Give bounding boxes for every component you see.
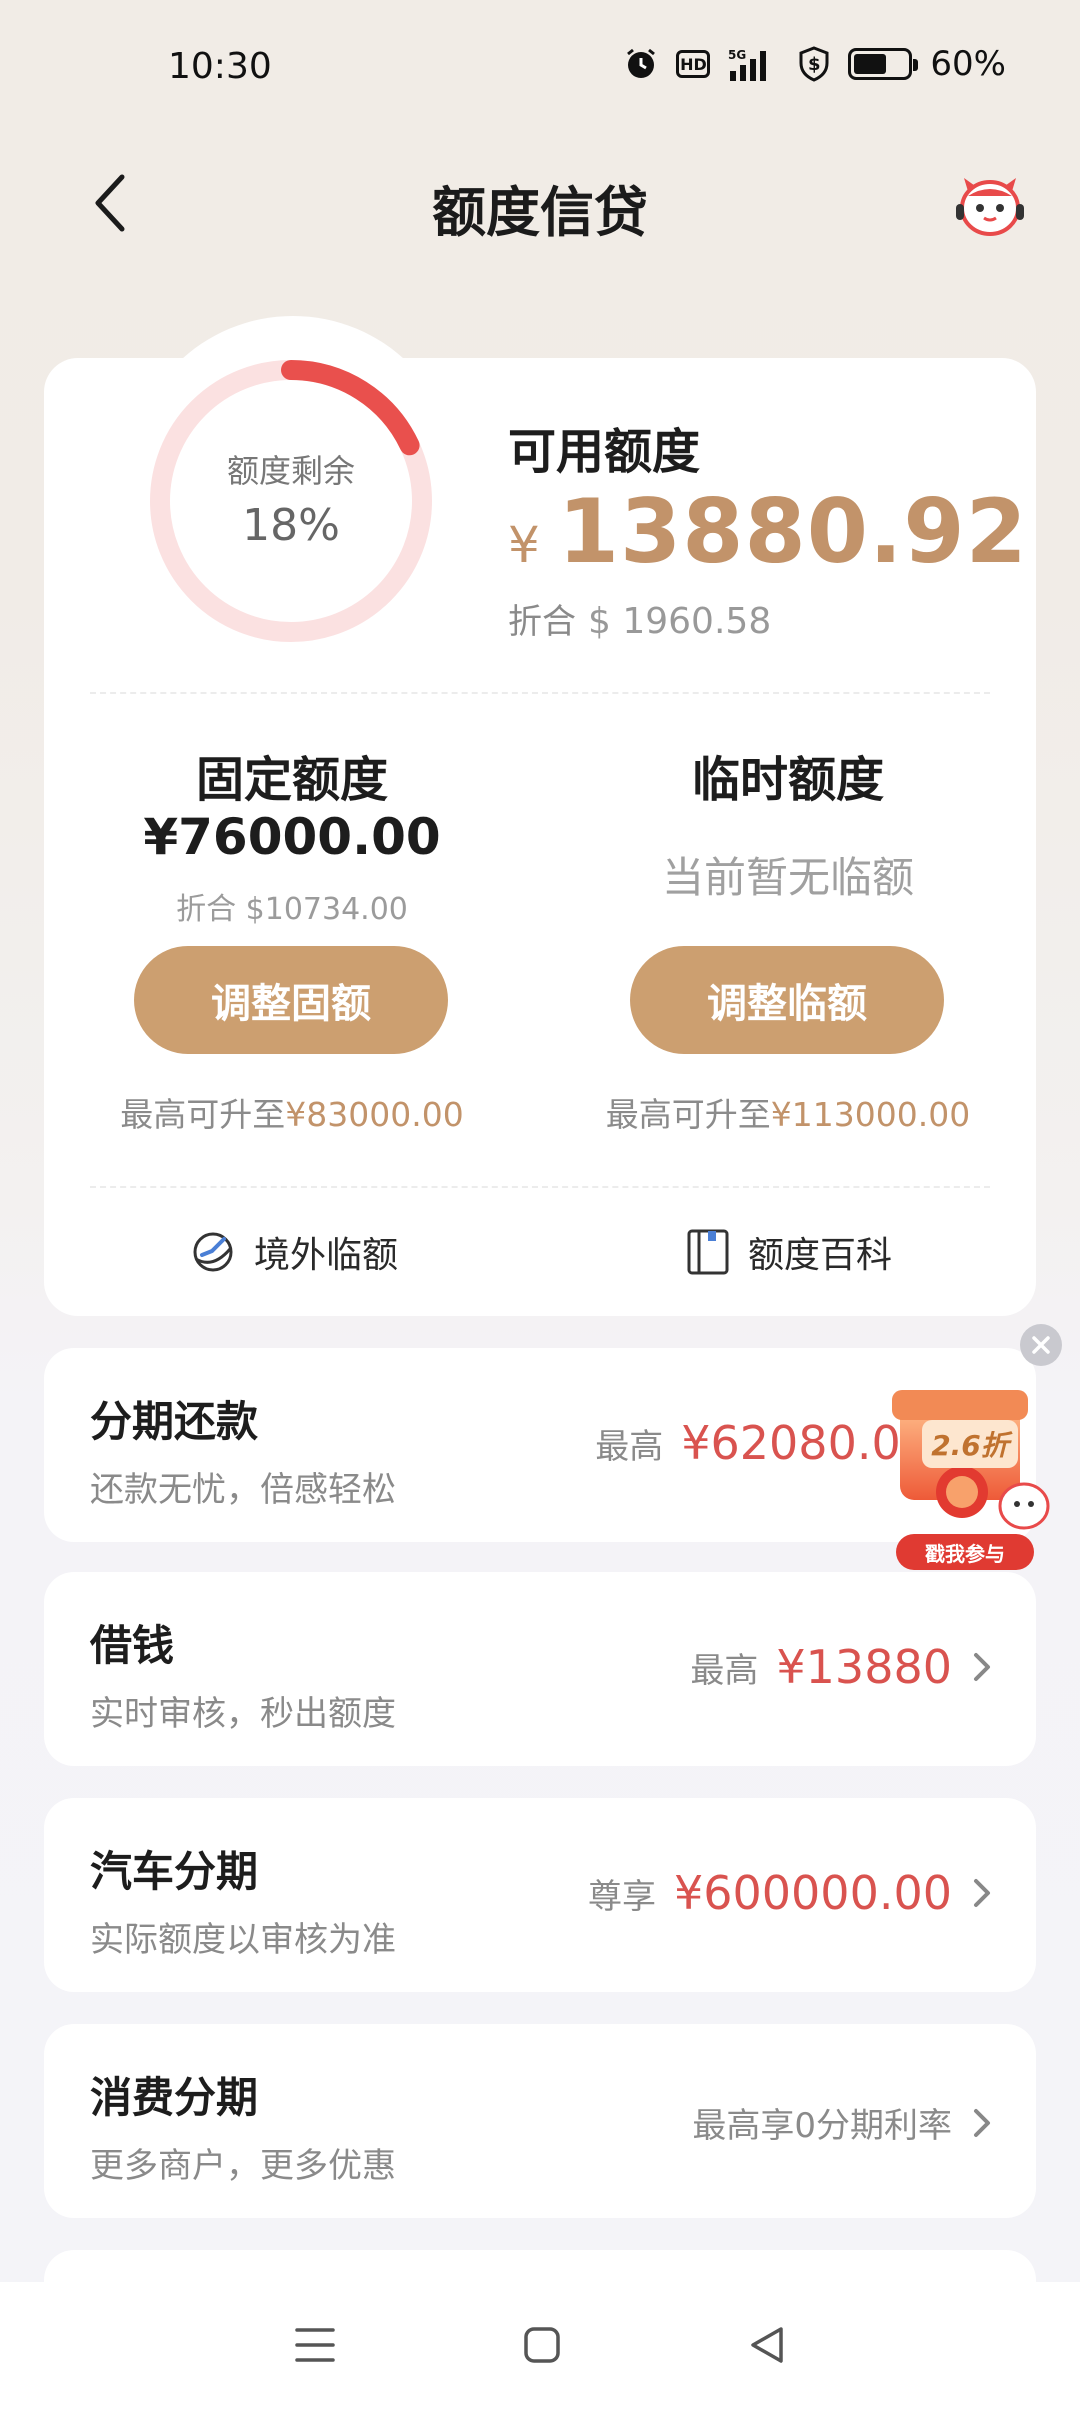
list-item-value: 最高 ¥13880 [690, 1640, 996, 1694]
temp-limit-status-wrap: 当前暂无临额 [568, 844, 1008, 905]
list-item-value: 尊享 ¥600000.00 [588, 1866, 996, 1920]
temp-limit-section: 临时额度 [568, 740, 1008, 810]
back-triangle-icon [751, 2327, 784, 2363]
ring-label: 额度剩余 [226, 452, 355, 490]
value-prefix: 最高 [690, 1650, 759, 1691]
overseas-limit-link[interactable]: 境外临额 [190, 1226, 398, 1278]
fixed-limit-converted-wrap: 折合 $10734.00 [72, 884, 512, 928]
fixed-limit-amount: ¥76000.00 [143, 808, 441, 866]
temp-limit-max: 最高可升至¥113000.00 [568, 1088, 1008, 1136]
fixed-limit-max: 最高可升至¥83000.00 [72, 1088, 512, 1136]
limit-wiki-link[interactable]: 额度百科 [686, 1226, 892, 1278]
currency-symbol: ¥ [508, 516, 540, 574]
temp-limit-status: 当前暂无临额 [661, 853, 914, 902]
divider [90, 1186, 990, 1188]
chevron-right-icon [974, 2108, 990, 2137]
list-item-subtitle: 实际额度以审核为准 [90, 1920, 396, 1960]
system-back-button[interactable] [747, 2325, 787, 2369]
fixed-limit-converted: 折合 $10734.00 [176, 892, 408, 927]
list-item-title: 借钱 [90, 1621, 175, 1670]
list-item-subtitle: 更多商户，更多优惠 [90, 2146, 396, 2186]
chevron-right-icon [974, 1653, 990, 1681]
globe-plane-icon [193, 1232, 233, 1272]
status-time: 10:30 [168, 46, 272, 87]
signal-5g-icon: 5G [728, 47, 780, 81]
system-nav-bar [0, 2282, 1080, 2412]
menu-icon [294, 2328, 335, 2362]
home-square-icon [524, 2327, 560, 2363]
value-prefix: 尊享 [587, 1876, 656, 1917]
close-icon [1032, 1336, 1050, 1354]
battery-fill [854, 54, 886, 74]
limit-wiki-label: 额度百科 [748, 1235, 893, 1276]
menu-button[interactable] [293, 2326, 337, 2368]
adjust-fixed-limit-button[interactable]: 调整固额 [134, 946, 448, 1054]
status-icons: HD 5G $ 60% [624, 44, 1006, 84]
assistant-button[interactable] [950, 164, 1030, 244]
value-amount: ¥600000.00 [673, 1866, 952, 1920]
battery-percent: 60% [930, 44, 1006, 84]
value-amount: ¥13880 [776, 1640, 952, 1694]
page-title: 额度信贷 [432, 181, 648, 244]
temp-max-prefix: 最高可升至 [605, 1095, 771, 1134]
converted-label: 折合 [508, 602, 576, 642]
svg-text:$: $ [808, 54, 821, 75]
temp-limit-title: 临时额度 [691, 752, 884, 808]
available-limit-title: 可用额度 [508, 424, 701, 480]
promo-cta: 戳我参与 [925, 1541, 1005, 1566]
status-bar: 10:30 HD 5G $ 60% [0, 0, 1080, 140]
available-limit-amount: ¥ 13880.92 [508, 480, 1028, 583]
mascot-avatar-icon [956, 178, 1024, 236]
hd-icon: HD [676, 50, 711, 78]
list-item-title: 消费分期 [90, 2073, 259, 2122]
fixed-max-prefix: 最高可升至 [120, 1095, 286, 1134]
adjust-temp-limit-button[interactable]: 调整临额 [630, 946, 944, 1054]
value-prefix: 最高 [595, 1426, 664, 1467]
list-item-subtitle: 实时审核，秒出额度 [90, 1694, 396, 1734]
shield-dollar-icon: $ [798, 46, 830, 82]
book-icon [687, 1229, 729, 1275]
chevron-right-icon [974, 1879, 990, 1907]
list-item-subtitle: 还款无忧，倍感轻松 [90, 1470, 396, 1510]
temp-max-value: ¥113000.00 [770, 1095, 971, 1134]
network-label: 5G [728, 48, 746, 62]
overseas-limit-label: 境外临额 [254, 1235, 399, 1276]
converted-amount: $ 1960.58 [588, 601, 772, 642]
fixed-limit-section: 固定额度 [72, 740, 512, 810]
value-text: 最高享0分期利率 [692, 2106, 952, 2146]
available-converted: 折合 $ 1960.58 [508, 594, 771, 643]
fixed-limit-title: 固定额度 [195, 752, 388, 808]
fixed-max-value: ¥83000.00 [285, 1095, 464, 1134]
alarm-icon [624, 47, 658, 81]
available-amount-value: 13880.92 [557, 480, 1028, 583]
promo-close-button[interactable] [1020, 1324, 1062, 1366]
list-item-title: 汽车分期 [90, 1847, 259, 1896]
list-item-value: 最高享0分期利率 [692, 2098, 996, 2147]
promo-discount: 2.6折 [922, 1420, 1018, 1468]
battery-icon [848, 48, 919, 80]
ring-percent: 18% [242, 500, 340, 551]
list-item-title: 分期还款 [90, 1397, 259, 1446]
home-button[interactable] [522, 2325, 562, 2369]
fixed-limit-amount-wrap: ¥76000.00 [72, 808, 512, 866]
divider [90, 692, 990, 694]
